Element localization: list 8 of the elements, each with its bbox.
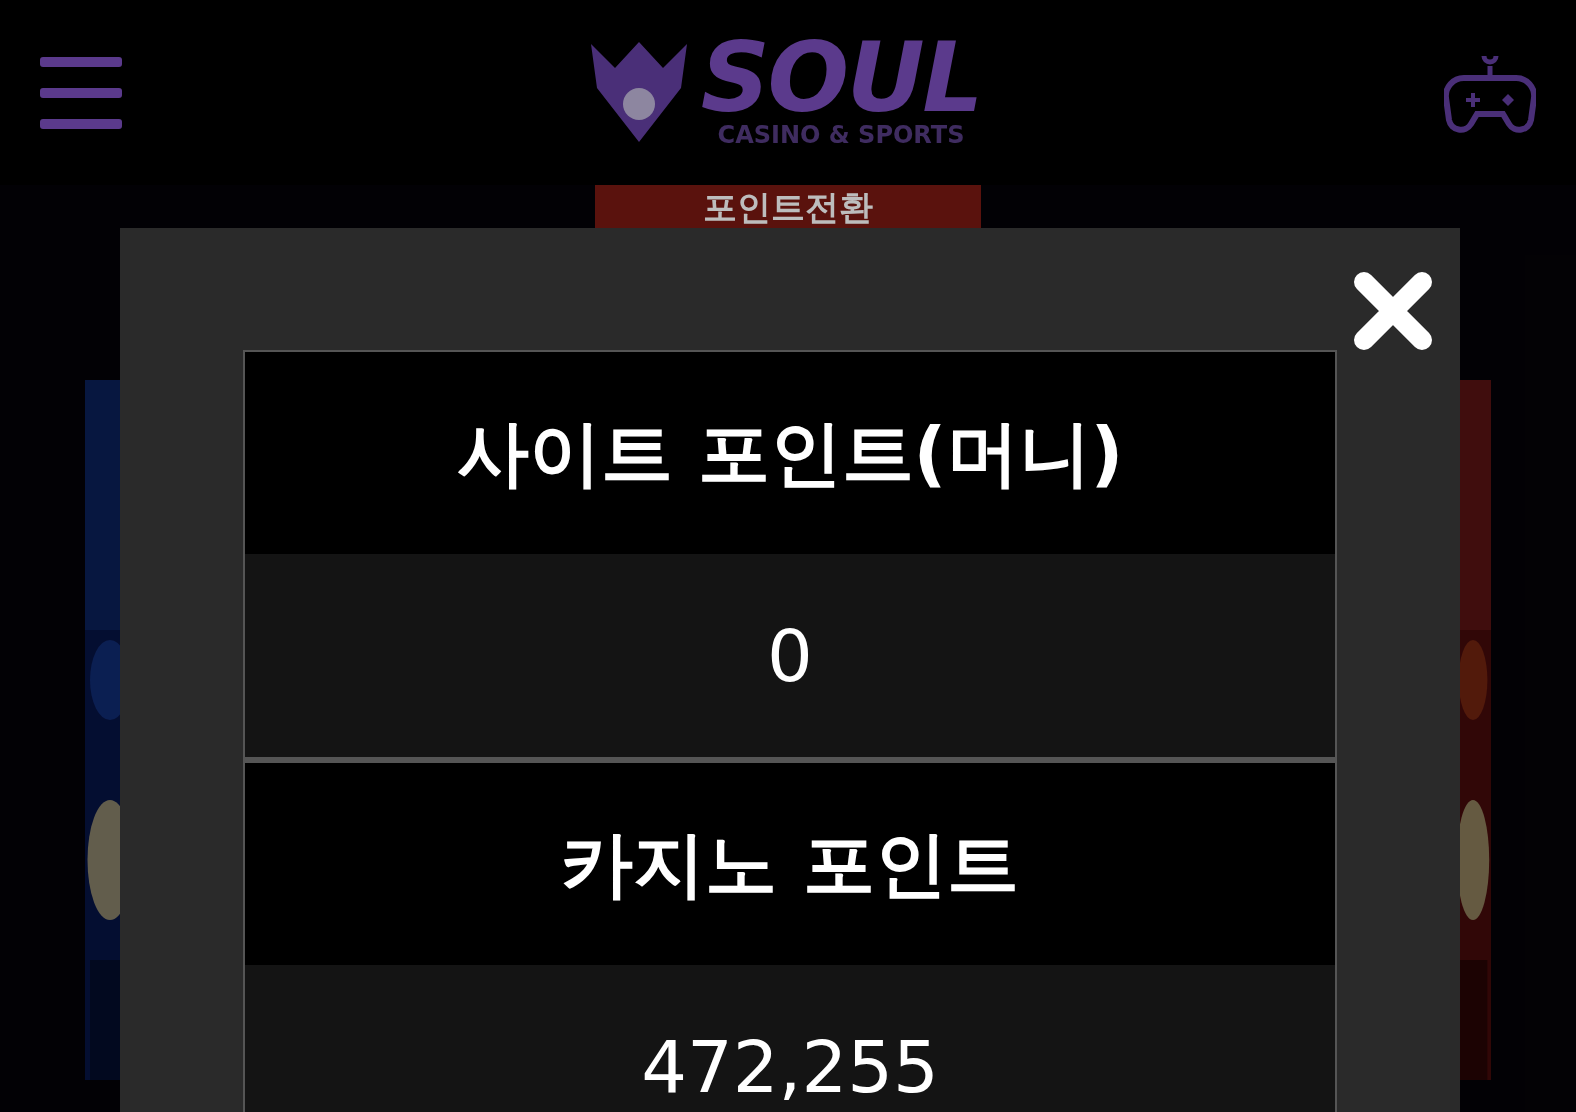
points-label: 사이트 포인트(머니) (456, 410, 1124, 497)
logo-subtitle: CASINO & SPORTS (717, 119, 965, 150)
logo-title: SOUL (700, 35, 982, 120)
points-value: 472,255 (641, 1023, 939, 1111)
points-value: 0 (767, 612, 813, 700)
points-label: 카지노 포인트 (561, 821, 1019, 908)
close-icon[interactable] (1352, 270, 1434, 352)
menu-icon[interactable] (40, 56, 122, 129)
